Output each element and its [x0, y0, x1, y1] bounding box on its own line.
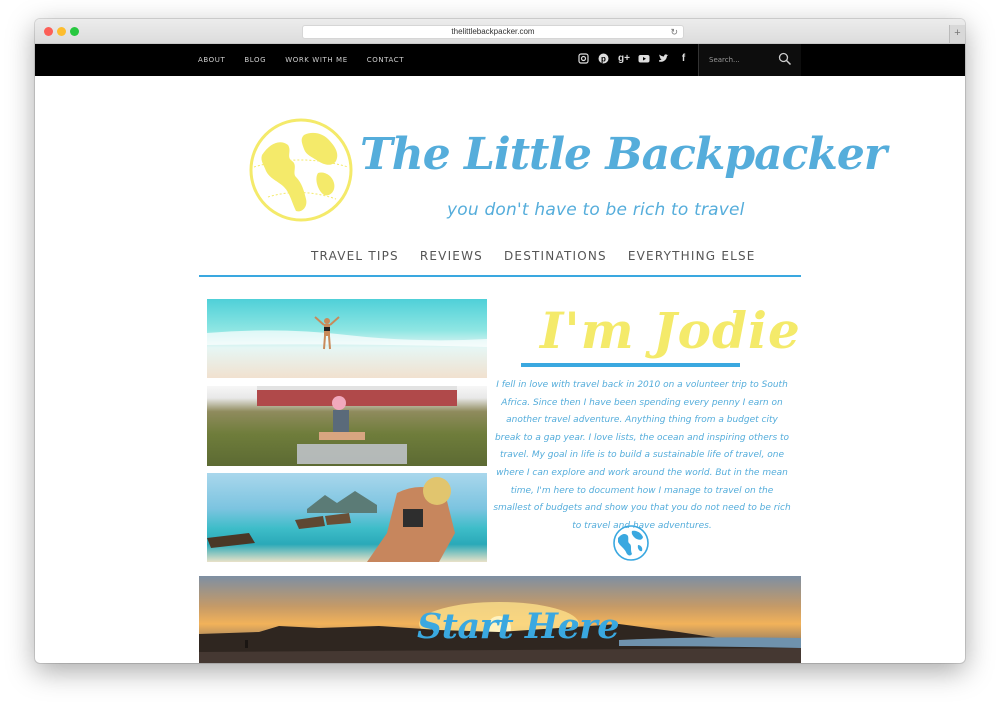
main-nav-reviews[interactable]: REVIEWS [420, 249, 483, 263]
address-bar[interactable]: thelittlebackpacker.com ↻ [302, 25, 684, 39]
site-top-bar: ABOUT BLOG WORK WITH ME CONTACT p g+ f [35, 44, 965, 76]
instagram-icon[interactable] [578, 53, 589, 64]
pinterest-icon[interactable]: p [598, 53, 609, 64]
maximize-window-button[interactable] [70, 27, 79, 36]
intro-bio: I fell in love with travel back in 2010 … [493, 380, 791, 531]
main-nav: TRAVEL TIPS REVIEWS DESTINATIONS EVERYTH… [311, 249, 756, 263]
reload-icon[interactable]: ↻ [670, 26, 678, 38]
youtube-icon[interactable] [638, 53, 650, 64]
main-nav-everything-else[interactable]: EVERYTHING ELSE [628, 249, 756, 263]
google-plus-icon[interactable]: g+ [618, 53, 630, 64]
twitter-icon[interactable] [658, 53, 669, 64]
globe-logo-icon[interactable] [248, 117, 354, 223]
photo-boats [207, 473, 487, 562]
top-nav-blog[interactable]: BLOG [244, 56, 266, 64]
globe-icon [613, 525, 649, 561]
svg-text:p: p [601, 55, 606, 64]
close-window-button[interactable] [44, 27, 53, 36]
search-box [698, 44, 801, 76]
main-nav-divider [199, 275, 801, 277]
start-here-label[interactable]: Start Here [417, 606, 619, 647]
address-bar-url: thelittlebackpacker.com [451, 27, 535, 36]
top-nav-work-with-me[interactable]: WORK WITH ME [285, 56, 348, 64]
intro-divider [521, 363, 740, 367]
new-tab-button[interactable]: + [949, 25, 965, 43]
site-title[interactable]: The Little Backpacker [360, 129, 887, 180]
photo-beach [207, 299, 487, 378]
top-nav: ABOUT BLOG WORK WITH ME CONTACT [198, 56, 404, 64]
top-nav-contact[interactable]: CONTACT [367, 56, 404, 64]
site-tagline: you don't have to be rich to travel [447, 200, 745, 220]
browser-window: thelittlebackpacker.com ↻ + ABOUT BLOG W… [35, 19, 965, 663]
start-here-banner[interactable]: Start Here [199, 576, 801, 663]
minimize-window-button[interactable] [57, 27, 66, 36]
social-links: p g+ f [578, 53, 689, 64]
top-nav-about[interactable]: ABOUT [198, 56, 225, 64]
browser-titlebar: thelittlebackpacker.com ↻ + [35, 19, 965, 44]
photo-picnic [207, 386, 487, 466]
main-nav-destinations[interactable]: DESTINATIONS [504, 249, 607, 263]
facebook-icon[interactable]: f [678, 53, 689, 64]
search-input[interactable] [709, 54, 769, 66]
intro-heading: I'm Jodie [540, 301, 801, 360]
search-icon[interactable] [778, 52, 792, 66]
main-nav-travel-tips[interactable]: TRAVEL TIPS [311, 249, 399, 263]
